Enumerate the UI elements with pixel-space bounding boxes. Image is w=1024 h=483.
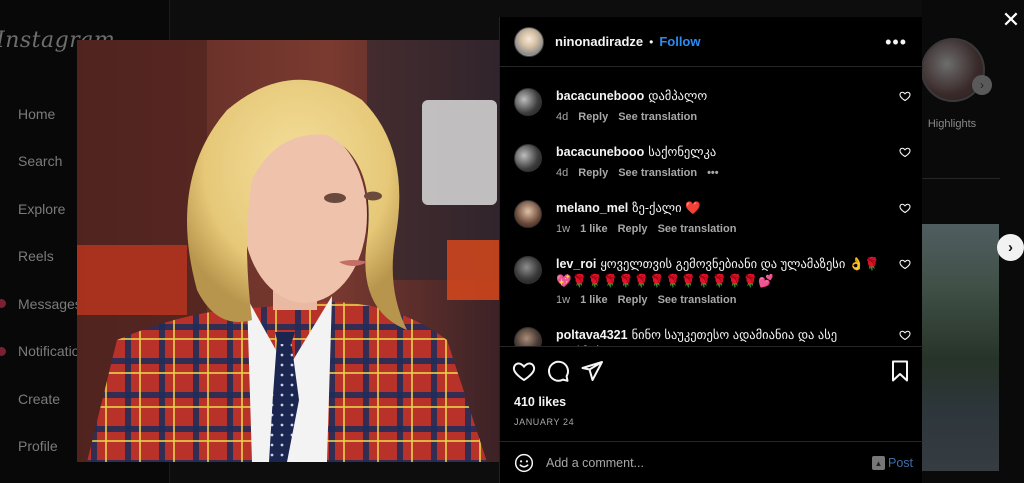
like-heart-icon[interactable] — [899, 146, 911, 158]
comment-meta: 4d Reply See translation — [556, 111, 697, 123]
comment-text: ზე-ქალი ❤️ — [632, 201, 701, 215]
comment-time: 4d — [556, 111, 569, 123]
commenter-avatar[interactable] — [514, 88, 542, 116]
commenter-avatar[interactable] — [514, 327, 542, 346]
share-send-icon[interactable] — [580, 359, 604, 383]
comment-username[interactable]: bacacunebooo — [556, 89, 644, 103]
post-button-label: Post — [888, 456, 914, 470]
comment-time: 1w — [556, 223, 571, 235]
comment-time: 1w — [556, 294, 571, 306]
comment-username[interactable]: poltava4321 — [556, 328, 628, 342]
commenter-avatar[interactable] — [514, 144, 542, 172]
post-actions-bar — [500, 346, 923, 392]
comment-like-count[interactable]: 1 like — [580, 294, 608, 306]
see-translation-button[interactable]: See translation — [618, 167, 697, 179]
arrow-up-icon: ▲ — [872, 456, 885, 470]
comment-icon[interactable] — [546, 359, 570, 383]
more-horizontal-icon[interactable]: ••• — [885, 32, 907, 53]
comment-meta: 1w 1 like Reply See translation — [556, 294, 736, 306]
add-comment-bar: ▲Post — [500, 441, 923, 483]
comment-text: დამპალო — [648, 89, 708, 103]
unread-dot — [0, 299, 6, 308]
comment-text-line: bacacunebooo საქონელკა — [556, 144, 886, 161]
author-username[interactable]: ninonadiradze — [555, 34, 643, 49]
separator-dot: • — [649, 34, 654, 49]
post-date[interactable]: JANUARY 24 — [514, 417, 574, 427]
comment-text: ყოველთვის გემოვნებიანი და ულამაზესი 👌🌹💖🌹… — [556, 257, 880, 288]
post-image[interactable] — [77, 40, 499, 462]
comment-meta: 1w 1 like Reply See translation — [556, 223, 736, 235]
like-heart-icon[interactable] — [512, 359, 536, 383]
comment-like-count[interactable]: 1 like — [580, 223, 608, 235]
comment-options-icon[interactable]: ••• — [707, 167, 719, 179]
next-post-button[interactable]: › — [997, 234, 1024, 261]
post-details-panel: ninonadiradze • Follow ••• bacacunebooo დ… — [499, 17, 923, 483]
comment-username[interactable]: melano_mel — [556, 201, 628, 215]
post-button[interactable]: ▲ Post — [872, 456, 913, 470]
reply-button[interactable]: Reply — [578, 167, 608, 179]
see-translation-button[interactable]: See translation — [618, 111, 697, 123]
post-header: ninonadiradze • Follow ••• — [500, 17, 923, 67]
reply-button[interactable]: Reply — [618, 294, 648, 306]
like-heart-icon[interactable] — [899, 258, 911, 270]
comment-meta: 4d Reply See translation ••• — [556, 167, 719, 179]
like-heart-icon[interactable] — [899, 329, 911, 341]
reply-button[interactable]: Reply — [578, 111, 608, 123]
comment-text-line: bacacunebooo დამპალო — [556, 88, 886, 105]
likes-count[interactable]: 410 likes — [514, 395, 566, 409]
comment-text-line: poltava4321 ნინო საუკეთესო ადამიანია და ა… — [556, 327, 886, 346]
profile-grid-tile[interactable] — [922, 224, 999, 471]
like-heart-icon[interactable] — [899, 202, 911, 214]
emoji-icon[interactable] — [514, 453, 534, 473]
author-avatar[interactable] — [514, 26, 544, 57]
bookmark-icon[interactable] — [888, 359, 912, 383]
commenter-avatar[interactable] — [514, 200, 542, 228]
close-icon[interactable]: ✕ — [1001, 9, 1021, 31]
chevron-right-icon: › — [1008, 239, 1013, 256]
profile-divider — [922, 178, 1000, 179]
post-photo-illustration — [77, 40, 499, 462]
comment-username[interactable]: bacacunebooo — [556, 145, 644, 159]
see-translation-button[interactable]: See translation — [658, 294, 737, 306]
follow-button[interactable]: Follow — [659, 34, 700, 49]
commenter-avatar[interactable] — [514, 256, 542, 284]
reply-button[interactable]: Reply — [618, 223, 648, 235]
comment-text-line: lev_roi ყოველთვის გემოვნებიანი და ულამაზე… — [556, 256, 886, 290]
comments-list[interactable]: bacacunebooo დამპალო 4d Reply See transla… — [500, 68, 923, 346]
like-heart-icon[interactable] — [899, 90, 911, 102]
comment-time: 4d — [556, 167, 569, 179]
highlight-label: Highlights — [927, 118, 977, 130]
comment-username[interactable]: lev_roi — [556, 257, 596, 271]
comment-text-line: melano_mel ზე-ქალი ❤️ — [556, 200, 886, 217]
notification-dot — [0, 346, 6, 356]
see-translation-button[interactable]: See translation — [658, 223, 737, 235]
highlights-next-icon[interactable]: › — [972, 75, 992, 95]
comment-input[interactable] — [546, 450, 866, 476]
comment-text: საქონელკა — [648, 145, 717, 159]
